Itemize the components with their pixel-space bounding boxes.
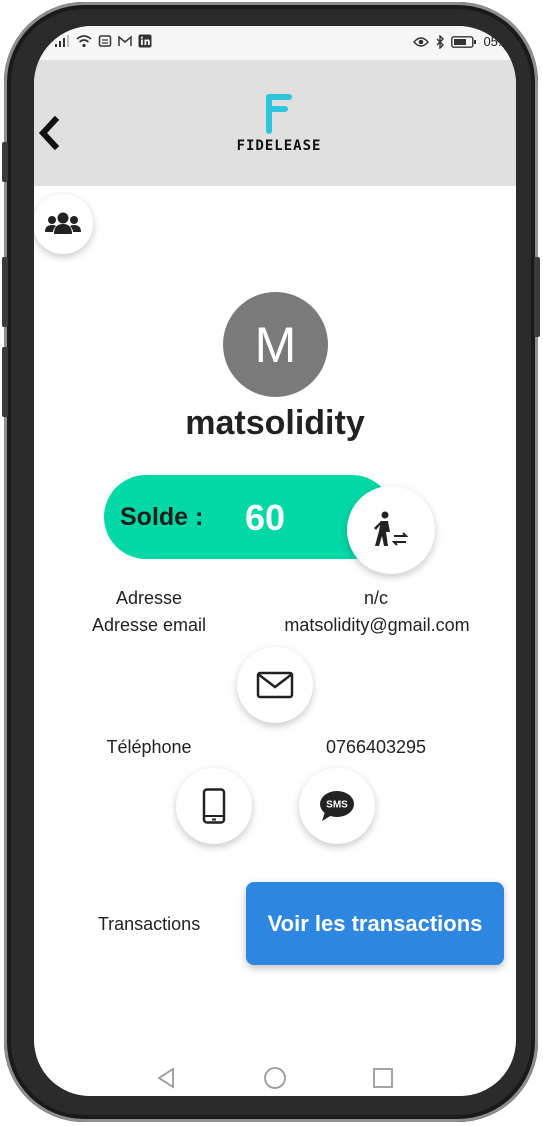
mail-icon (118, 34, 132, 48)
logo-mark-icon (266, 94, 292, 134)
linkedin-icon (138, 34, 152, 48)
nav-back-button[interactable] (152, 1064, 180, 1092)
address-label: Adresse (115, 588, 183, 608)
triangle-back-icon (157, 1067, 174, 1089)
app-header: FIDELEASE (34, 60, 516, 186)
group-button[interactable] (34, 194, 93, 254)
bluetooth-icon (435, 34, 445, 49)
call-button[interactable] (176, 768, 252, 844)
battery-icon (451, 35, 477, 48)
sms-bubble-icon: SMS (320, 791, 354, 821)
nav-home-button[interactable] (261, 1064, 289, 1092)
screen: 05:00 FIDELEASE M matsolidity Solde: 60… (34, 26, 516, 1096)
fidelease-logo: FIDELEASE (234, 94, 324, 158)
nav-recent-button[interactable] (369, 1064, 397, 1092)
square-recent-icon (373, 1068, 393, 1088)
side-button (2, 142, 8, 182)
avatar: M (223, 292, 328, 397)
notes-icon (98, 34, 112, 48)
balance-value: 60 (245, 497, 286, 538)
email-label: Adresse email (91, 615, 207, 635)
phone-label: Téléphone (106, 737, 192, 757)
eye-icon (413, 36, 430, 48)
view-transactions-button[interactable]: Voir les transactions (246, 882, 504, 965)
email-button[interactable] (237, 647, 313, 723)
status-time: 05:00 (483, 34, 516, 49)
circle-home-icon (264, 1067, 286, 1089)
mobile-phone-icon (202, 788, 226, 824)
navigation-bar (34, 1056, 516, 1096)
sms-icon-label: SMS (326, 800, 348, 811)
users-icon (45, 212, 81, 234)
transactions-label: Transactions (97, 914, 201, 934)
person-transfer-icon (374, 511, 409, 546)
envelope-icon (256, 671, 294, 699)
side-button (534, 257, 540, 337)
wifi-icon (76, 34, 92, 48)
balance-label: Solde : (120, 503, 204, 531)
side-button (2, 347, 8, 417)
chevron-left-icon (38, 116, 60, 150)
sms-button[interactable]: SMS (299, 768, 375, 844)
status-icons-left (54, 34, 152, 48)
back-button[interactable] (34, 114, 64, 152)
side-button (2, 257, 8, 327)
email-value: matsolidity@gmail.com (284, 615, 470, 635)
status-icons-right: 05:00 (413, 34, 516, 49)
transfer-points-button[interactable] (347, 486, 435, 574)
signal-icon (54, 34, 70, 48)
phone-frame: 05:00 FIDELEASE M matsolidity Solde: 60… (2, 2, 540, 1122)
logo-text: FIDELEASE (236, 138, 322, 154)
status-bar: 05:00 (34, 26, 516, 60)
address-value: n/c (363, 588, 388, 608)
username: matsolidity (185, 404, 365, 442)
phone-value: 0766403295 (325, 737, 427, 757)
